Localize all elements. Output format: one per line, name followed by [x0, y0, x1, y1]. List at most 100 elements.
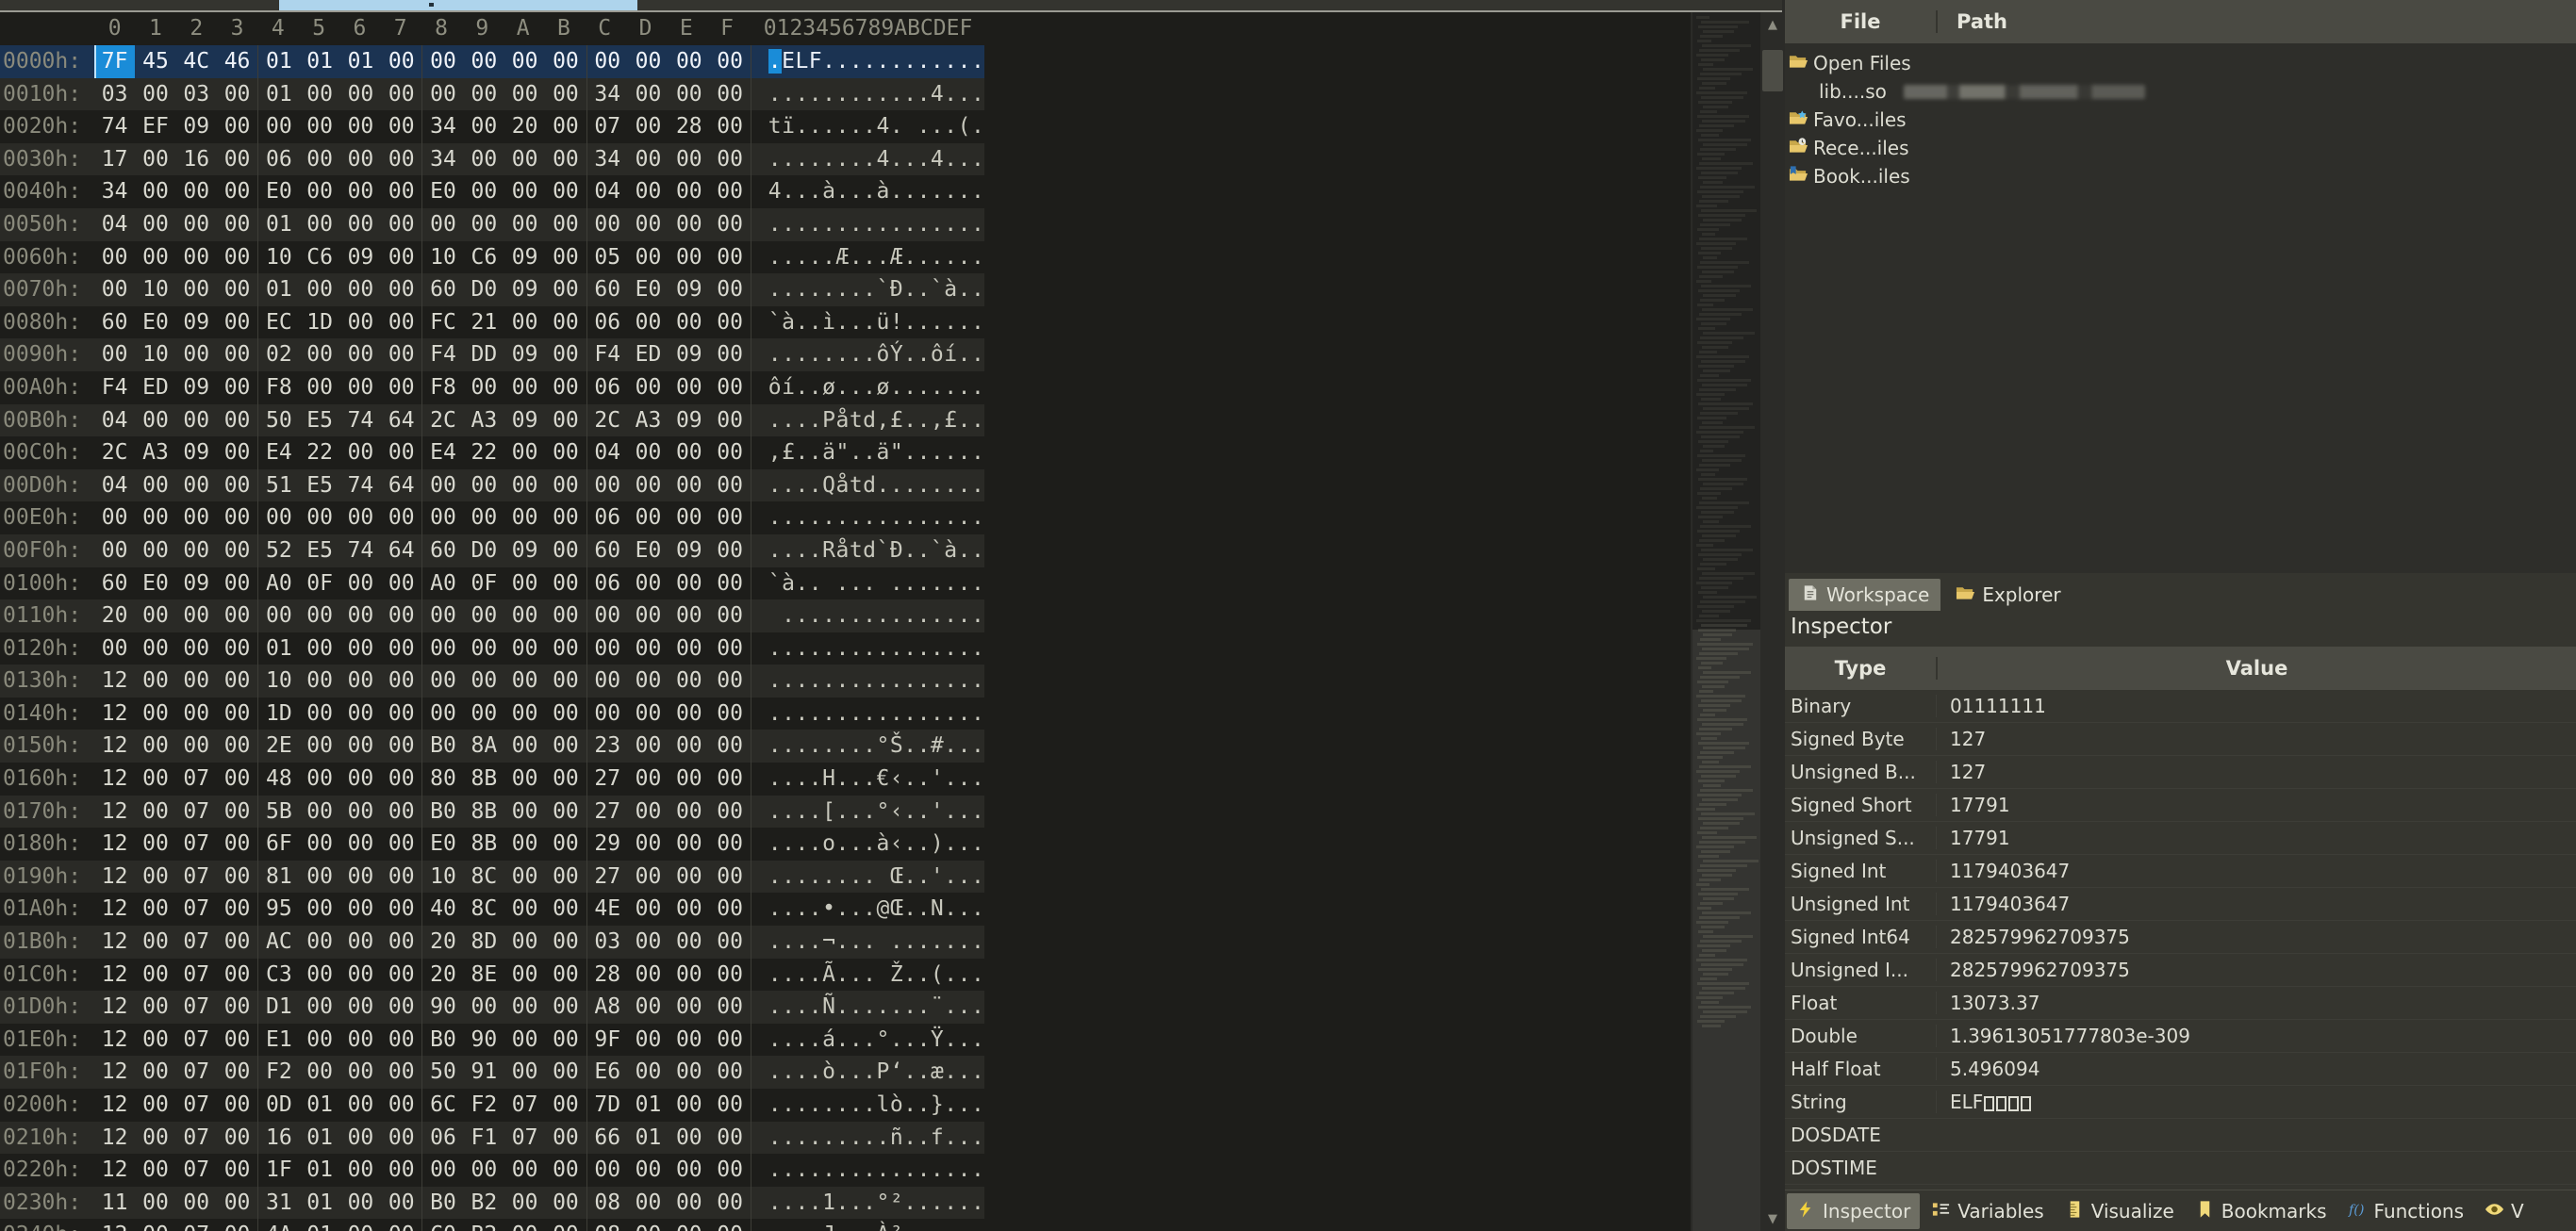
hex-byte-cell[interactable]: 00	[217, 730, 257, 763]
hex-byte-cell[interactable]: 01	[628, 1089, 669, 1122]
hex-byte-cell[interactable]: E0	[422, 175, 463, 208]
inspector-row[interactable]: Unsigned B... 127	[1785, 756, 2576, 789]
hex-row[interactable]: 0200h: 12 00 07 00 0D 01 00 00 6C F2 07 00 7D 01 00 00..…	[0, 1089, 985, 1122]
hex-byte-cell[interactable]: 00	[545, 1089, 586, 1122]
hex-byte-cell[interactable]: 00	[504, 1056, 545, 1089]
hex-byte-cell[interactable]: 00	[217, 208, 257, 241]
hex-byte-cell[interactable]: 00	[422, 665, 463, 698]
hex-byte-cell[interactable]: 00	[340, 1122, 381, 1155]
hex-byte-cell[interactable]: 00	[628, 371, 669, 404]
hex-byte-cell[interactable]: 00	[464, 665, 504, 698]
hex-byte-cell[interactable]: 00	[464, 208, 504, 241]
hex-row[interactable]: 0100h: 60 E0 09 00 A0 0F 00 00 A0 0F 00 00 06 00 00 00 `à…	[0, 566, 985, 600]
hex-byte-cell[interactable]: 00	[299, 959, 339, 992]
hex-byte-cell[interactable]: 00	[669, 45, 709, 78]
ascii-cells[interactable]: ................	[768, 665, 985, 698]
hex-row[interactable]: 0090h: 00 10 00 00 02 00 00 00 F4 DD 09 00 F4 ED 09 00..…	[0, 338, 985, 371]
hex-byte-cell[interactable]: 00	[709, 1024, 750, 1057]
hex-byte-cell[interactable]: A3	[464, 404, 504, 437]
hex-byte-cell[interactable]: DD	[464, 338, 504, 371]
hex-byte-cell[interactable]: 00	[628, 1154, 669, 1187]
hex-byte-cell[interactable]: 00	[504, 371, 545, 404]
hex-byte-cell[interactable]: 00	[545, 110, 586, 143]
hex-byte-cell[interactable]: 00	[587, 469, 628, 502]
hex-byte-cell[interactable]: 60	[94, 306, 135, 339]
hex-byte-cell[interactable]: 00	[299, 78, 339, 111]
hex-byte-cell[interactable]: 00	[545, 241, 586, 274]
hex-byte-cell[interactable]: ED	[135, 371, 175, 404]
hex-byte-cell[interactable]: 00	[464, 78, 504, 111]
hex-byte-cell[interactable]: 00	[504, 665, 545, 698]
hex-byte-cell[interactable]: 00	[587, 45, 628, 78]
hex-byte-cell[interactable]: E6	[587, 1056, 628, 1089]
hex-byte-cell[interactable]: 00	[217, 796, 257, 829]
hex-byte-cell[interactable]: 00	[504, 1187, 545, 1220]
hex-byte-cell[interactable]: 00	[628, 698, 669, 730]
hex-byte-cell[interactable]: 00	[94, 338, 135, 371]
hex-byte-cell[interactable]: 34	[587, 78, 628, 111]
hex-byte-cell[interactable]: 00	[381, 730, 421, 763]
hex-byte-cell[interactable]: 00	[340, 1187, 381, 1220]
hex-byte-cell[interactable]: 12	[94, 1056, 135, 1089]
ascii-cells[interactable]: ....á...°...Ÿ...	[768, 1024, 985, 1057]
hex-byte-cell[interactable]: 00	[628, 45, 669, 78]
hex-byte-cell[interactable]: 17	[94, 143, 135, 176]
hex-byte-cell[interactable]: 00	[217, 1089, 257, 1122]
ascii-cells[interactable]: ........4...4...	[768, 143, 985, 176]
hex-byte-cell[interactable]: 00	[381, 436, 421, 469]
hex-byte-cell[interactable]: 00	[422, 632, 463, 665]
hex-byte-cell[interactable]: 00	[545, 78, 586, 111]
hex-byte-cell[interactable]: 00	[709, 1089, 750, 1122]
hex-byte-cell[interactable]: 01	[299, 1122, 339, 1155]
hex-byte-cell[interactable]: 00	[217, 1154, 257, 1187]
hex-byte-cell[interactable]: 00	[669, 632, 709, 665]
column-header-file[interactable]: File	[1785, 10, 1936, 33]
hex-byte-cell[interactable]: 00	[669, 469, 709, 502]
hex-byte-cell[interactable]: 00	[340, 763, 381, 796]
hex-byte-cell[interactable]: 07	[176, 991, 217, 1024]
hex-byte-cell[interactable]: 00	[545, 730, 586, 763]
hex-byte-cell[interactable]: 00	[628, 1056, 669, 1089]
hex-byte-cell[interactable]: 00	[381, 796, 421, 829]
hex-byte-cell[interactable]: 00	[545, 959, 586, 992]
ascii-cells[interactable]: ....H...€‹..'...	[768, 763, 985, 796]
hex-byte-cell[interactable]: 01	[628, 1122, 669, 1155]
hex-byte-cell[interactable]: 00	[628, 208, 669, 241]
ascii-cells[interactable]: ....Qåtd........	[768, 469, 985, 502]
hex-row[interactable]: 0040h: 34 00 00 00 E0 00 00 00 E0 00 00 00 04 00 00 00 4.…	[0, 175, 985, 208]
hex-byte-cell[interactable]: 00	[340, 959, 381, 992]
hex-byte-cell[interactable]: 00	[504, 436, 545, 469]
hex-byte-cell[interactable]: 00	[135, 763, 175, 796]
hex-byte-cell[interactable]: 00	[135, 469, 175, 502]
file-tree-row[interactable]: Rece...iles	[1785, 134, 2576, 162]
hex-byte-cell[interactable]: 00	[669, 828, 709, 861]
hex-byte-cell[interactable]: 74	[340, 534, 381, 567]
hex-byte-cell[interactable]: 5B	[258, 796, 299, 829]
hex-byte-cell[interactable]: 09	[504, 273, 545, 306]
inspector-row[interactable]: Signed Int 1179403647	[1785, 855, 2576, 888]
hex-byte-cell[interactable]: 00	[135, 730, 175, 763]
hex-byte-cell[interactable]: 7F	[94, 45, 136, 78]
hex-byte-cell[interactable]: 07	[176, 1154, 217, 1187]
hex-byte-cell[interactable]: 00	[217, 599, 257, 632]
hex-byte-cell[interactable]: 00	[340, 306, 381, 339]
hex-byte-cell[interactable]: 00	[381, 371, 421, 404]
hex-byte-cell[interactable]: D0	[464, 534, 504, 567]
hex-byte-cell[interactable]: 20	[94, 599, 135, 632]
ascii-cells[interactable]: ,£..ä"..ä"......	[768, 436, 985, 469]
hex-byte-cell[interactable]: 00	[176, 1187, 217, 1220]
hex-byte-cell[interactable]: 00	[669, 436, 709, 469]
inspector-value[interactable]: 13073.37	[1936, 992, 2576, 1014]
hex-byte-cell[interactable]: E5	[299, 469, 339, 502]
hex-byte-cell[interactable]: 00	[381, 665, 421, 698]
inspector-value[interactable]: 5.496094	[1936, 1058, 2576, 1080]
hex-byte-cell[interactable]: 00	[545, 1219, 586, 1231]
hex-byte-cell[interactable]: 00	[545, 926, 586, 959]
hex-byte-cell[interactable]: 00	[340, 143, 381, 176]
hex-byte-cell[interactable]: 00	[217, 78, 257, 111]
hex-byte-cell[interactable]: 00	[217, 959, 257, 992]
hex-byte-cell[interactable]: 00	[381, 1187, 421, 1220]
hex-byte-cell[interactable]: 09	[176, 436, 217, 469]
hex-byte-cell[interactable]: E0	[628, 534, 669, 567]
hex-byte-cell[interactable]: 00	[381, 110, 421, 143]
